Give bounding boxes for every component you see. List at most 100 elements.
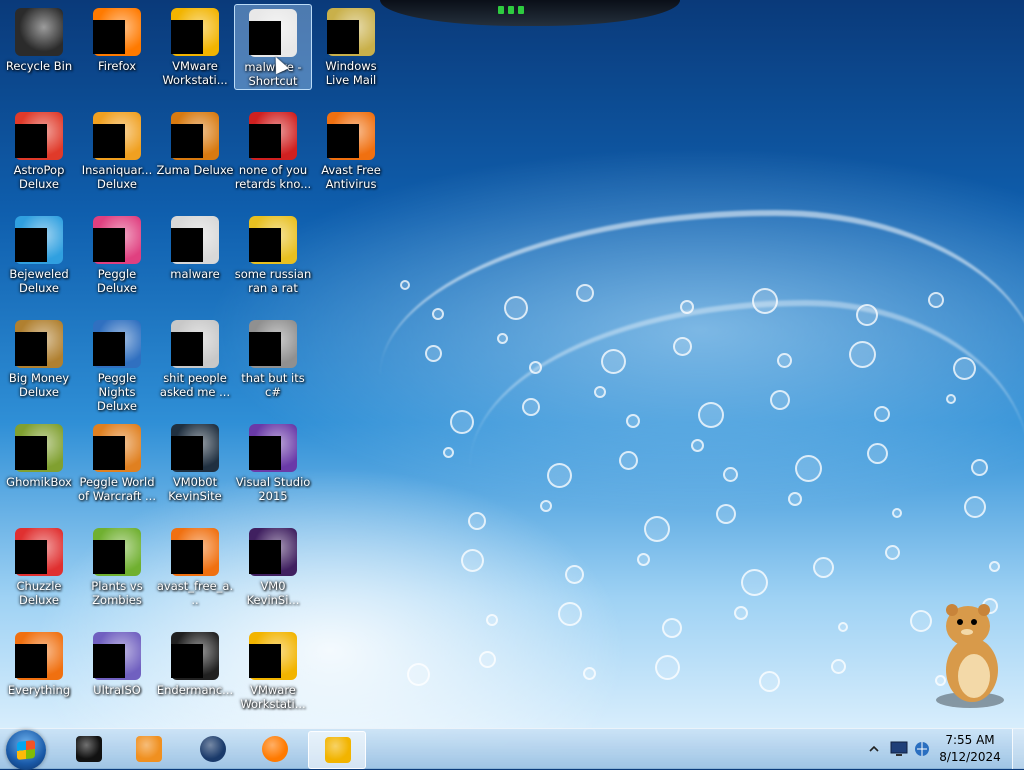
- firefox-icon: [262, 736, 288, 762]
- taskbar-button[interactable]: [184, 731, 240, 767]
- desktop-icon[interactable]: Peggle Deluxe: [78, 212, 156, 312]
- taskbar-button[interactable]: [308, 731, 366, 769]
- bubble: [425, 345, 442, 362]
- bubble: [885, 545, 900, 560]
- app-icon: [171, 112, 219, 160]
- redaction-block: [249, 540, 281, 574]
- taskbar-button[interactable]: [120, 731, 176, 767]
- desktop-icon[interactable]: Visual Studio 2015: [234, 420, 312, 520]
- app-icon: [249, 424, 297, 472]
- redaction-block: [93, 124, 125, 158]
- bubble: [989, 561, 1000, 572]
- desktop-icon[interactable]: Insaniquar... Deluxe: [78, 108, 156, 208]
- desktop-icon-label: AstroPop Deluxe: [13, 163, 65, 191]
- show-desktop-button[interactable]: [1012, 729, 1024, 769]
- desktop-icon[interactable]: VM0b0t KevinSite: [156, 420, 234, 520]
- bubble: [964, 496, 986, 518]
- bubble: [655, 655, 680, 680]
- app-icon: [249, 528, 297, 576]
- bubble: [910, 610, 932, 632]
- bubble: [813, 557, 834, 578]
- hamster-mascot: [936, 604, 1004, 708]
- desktop-icon[interactable]: Endermanc...: [156, 628, 234, 728]
- desktop-icon[interactable]: shit people asked me ...: [156, 316, 234, 416]
- app-icon: [93, 632, 141, 680]
- taskbar-button[interactable]: [246, 731, 302, 767]
- bubble: [486, 614, 498, 626]
- app-icon: [93, 424, 141, 472]
- redaction-block: [327, 124, 359, 158]
- desktop-icon[interactable]: Windows Live Mail: [312, 4, 390, 104]
- desktop-icon[interactable]: Recycle Bin: [0, 4, 78, 104]
- redaction-block: [93, 20, 125, 54]
- redaction-block: [249, 644, 281, 678]
- vmware-icon: [325, 737, 351, 763]
- desktop-icon[interactable]: GhomikBox: [0, 420, 78, 520]
- app-icon: [327, 112, 375, 160]
- desktop-icon[interactable]: malware - Shortcut: [234, 4, 312, 90]
- desktop-icon-label: Recycle Bin: [5, 59, 73, 73]
- app-icon: [327, 8, 375, 56]
- desktop-icon[interactable]: Firefox: [78, 4, 156, 104]
- bubble: [504, 296, 528, 320]
- bubble: [565, 565, 584, 584]
- redaction-block: [93, 644, 125, 678]
- taskbar: 7:55 AM 8/12/2024: [0, 728, 1024, 770]
- bubble: [540, 500, 552, 512]
- desktop-icon-label: Endermanc...: [156, 683, 234, 697]
- desktop-icon[interactable]: Chuzzle Deluxe: [0, 524, 78, 624]
- bubble: [673, 337, 692, 356]
- app-icon: [249, 9, 297, 57]
- redaction-block: [171, 228, 203, 262]
- app-icon: [15, 112, 63, 160]
- redaction-block: [15, 540, 47, 574]
- redaction-block: [249, 332, 281, 366]
- bubble: [874, 406, 890, 422]
- app-icon: [93, 528, 141, 576]
- desktop-icon[interactable]: Peggle Nights Deluxe: [78, 316, 156, 416]
- bubble: [443, 447, 454, 458]
- bubble: [662, 618, 682, 638]
- desktop-icon[interactable]: avast_free_a...: [156, 524, 234, 624]
- bubble: [788, 492, 802, 506]
- desktop-icon[interactable]: UltraISO: [78, 628, 156, 728]
- desktop-icon-label: VMware Workstati...: [162, 59, 228, 87]
- desktop-icon[interactable]: AstroPop Deluxe: [0, 108, 78, 208]
- bubble: [716, 504, 736, 524]
- desktop-icon[interactable]: Peggle World of Warcraft ...: [78, 420, 156, 520]
- clock[interactable]: 7:55 AM 8/12/2024: [930, 732, 1010, 766]
- desktop-icon-label: Peggle Deluxe: [97, 267, 137, 295]
- redaction-block: [15, 332, 47, 366]
- desktop-icon[interactable]: that but its c#: [234, 316, 312, 416]
- desktop-icon[interactable]: some russian ran a rat: [234, 212, 312, 312]
- bubble: [637, 553, 650, 566]
- chevron-up-icon[interactable]: [868, 743, 880, 755]
- desktop-icon[interactable]: malware: [156, 212, 234, 312]
- windows-start-icon[interactable]: [6, 730, 46, 770]
- bubble: [547, 463, 572, 488]
- redaction-block: [171, 436, 203, 470]
- monitor-icon[interactable]: [890, 741, 908, 757]
- desktop-icon-label: GhomikBox: [6, 475, 72, 489]
- app-icon: [15, 216, 63, 264]
- app-icon: [15, 320, 63, 368]
- desktop-icon[interactable]: none of you retards kno...: [234, 108, 312, 208]
- media-player-icon: [136, 736, 162, 762]
- desktop-icon[interactable]: VM0 KevinSi...: [234, 524, 312, 624]
- desktop-icon-label: Big Money Deluxe: [8, 371, 70, 399]
- network-icon[interactable]: [914, 741, 930, 757]
- bubble: [558, 602, 582, 626]
- desktop-icon[interactable]: Bejeweled Deluxe: [0, 212, 78, 312]
- desktop-icon[interactable]: Big Money Deluxe: [0, 316, 78, 416]
- desktop-icon[interactable]: Plants vs Zombies: [78, 524, 156, 624]
- desktop-icon[interactable]: Everything: [0, 628, 78, 728]
- desktop-icon[interactable]: Zuma Deluxe: [156, 108, 234, 208]
- desktop-icon[interactable]: VMware Workstati...: [156, 4, 234, 104]
- app-icon: [15, 528, 63, 576]
- led-indicator: [518, 6, 524, 14]
- desktop-icon[interactable]: Avast Free Antivirus: [312, 108, 390, 208]
- bubble: [680, 300, 694, 314]
- app-icon: [171, 528, 219, 576]
- taskbar-button[interactable]: [60, 731, 116, 767]
- desktop-icon[interactable]: VMware Workstati...: [234, 628, 312, 728]
